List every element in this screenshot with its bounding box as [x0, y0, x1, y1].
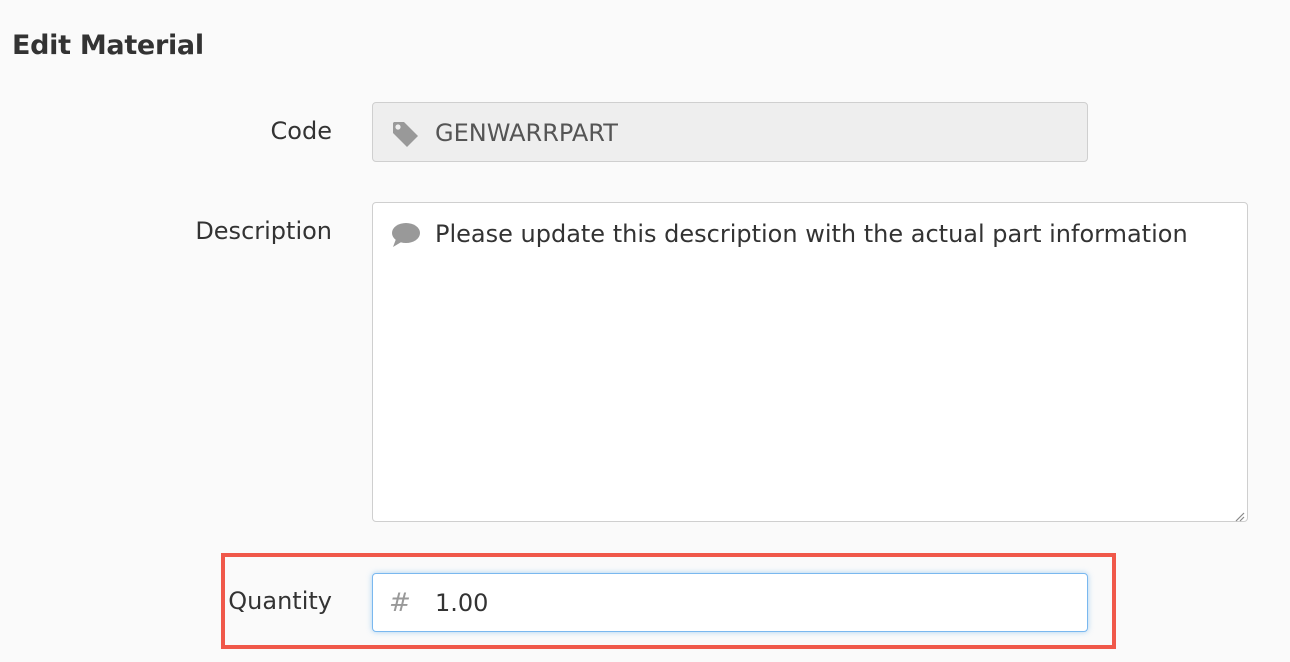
code-label: Code [270, 117, 332, 145]
hash-icon: # [389, 588, 411, 618]
page-title: Edit Material [12, 30, 204, 61]
description-label: Description [195, 217, 332, 245]
code-field[interactable]: GENWARRPART [372, 102, 1088, 162]
description-value: Please update this description with the … [435, 220, 1188, 248]
resize-grip-icon[interactable] [1233, 507, 1245, 522]
quantity-label: Quantity [228, 587, 332, 615]
description-textarea[interactable]: Please update this description with the … [372, 202, 1248, 522]
quantity-value: 1.00 [435, 589, 489, 617]
tag-icon [389, 118, 421, 150]
comment-icon [389, 219, 421, 251]
quantity-input[interactable]: # 1.00 [372, 573, 1088, 632]
code-value: GENWARRPART [435, 119, 618, 147]
edit-material-page: Edit Material Code GENWARRPART Descripti… [0, 0, 1290, 662]
